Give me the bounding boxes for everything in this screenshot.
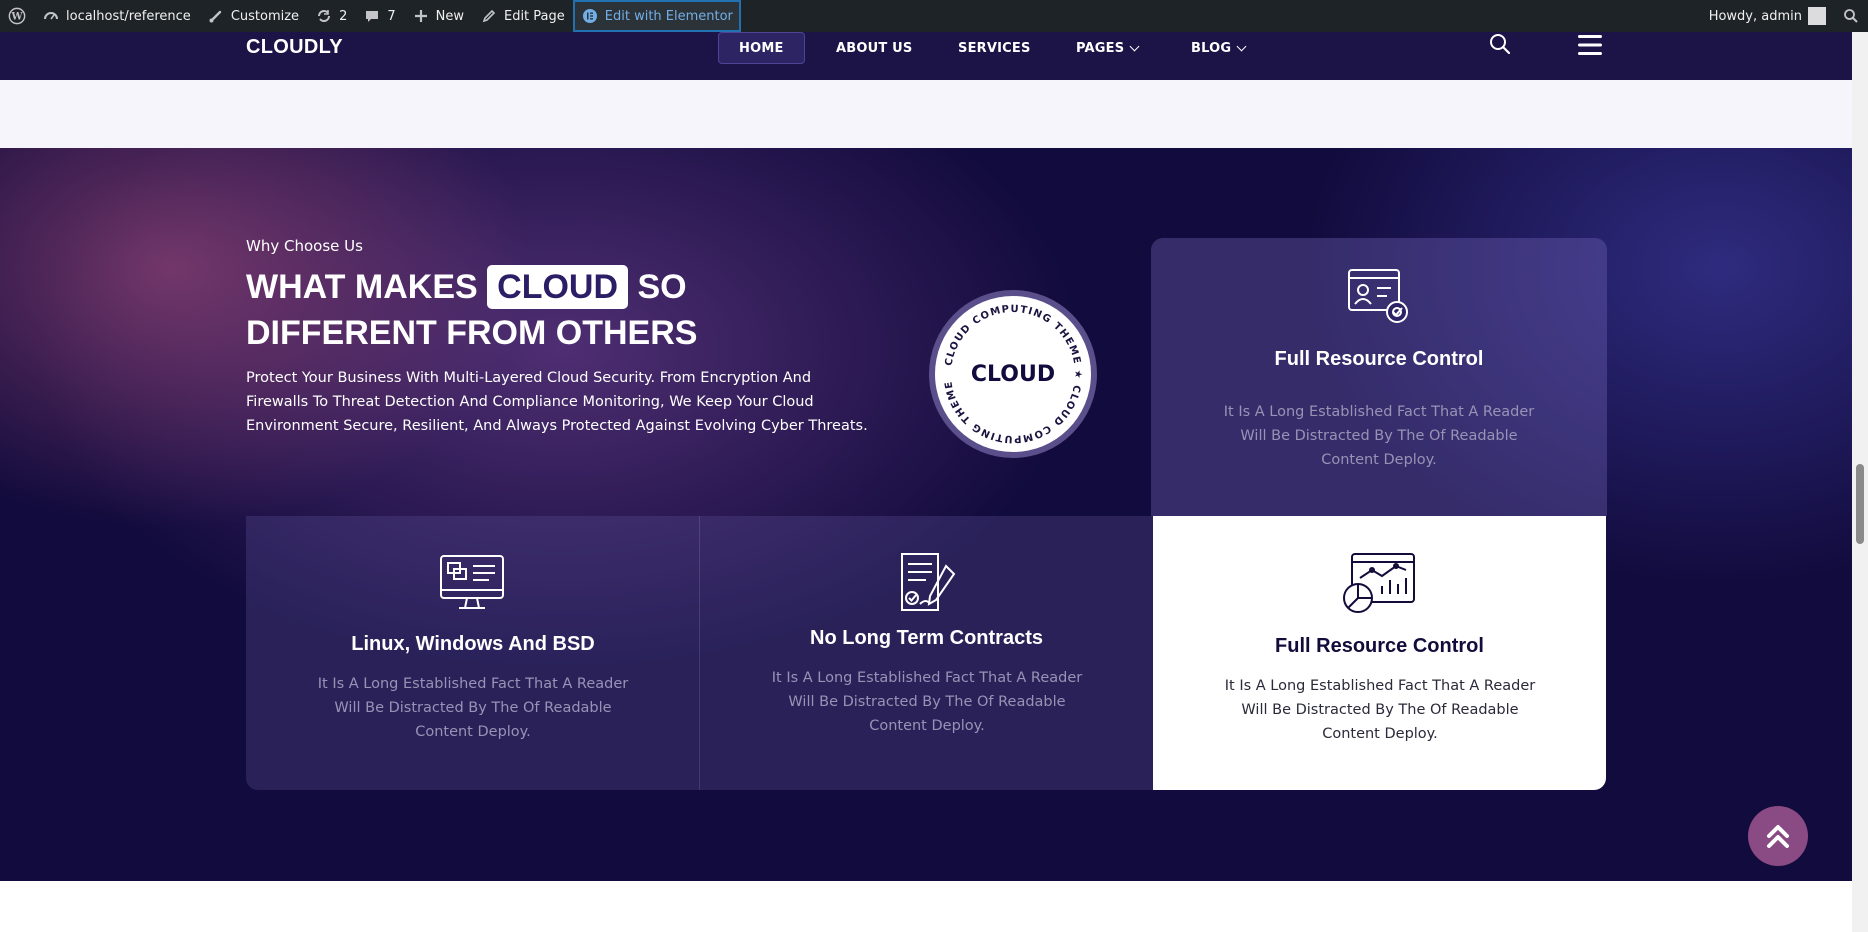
wordpress-logo-button[interactable]: W (0, 0, 34, 32)
new-label: New (435, 8, 464, 24)
admin-bar: W localhost/reference Customize 2 7 New (0, 0, 1868, 32)
nav-pages-label: PAGES (1076, 40, 1125, 56)
section-headline: WHAT MAKES CLOUD SO DIFFERENT FROM OTHER… (246, 264, 886, 356)
feature-card-full-resource-control: Full Resource Control It Is A Long Estab… (1151, 238, 1607, 516)
search-icon (1490, 34, 1511, 55)
card-description: It Is A Long Established Fact That A Rea… (1223, 404, 1535, 468)
edit-page-label: Edit Page (503, 8, 565, 24)
my-account-link[interactable]: Howdy, admin (1701, 0, 1834, 32)
card-title: Full Resource Control (1275, 635, 1484, 657)
section-eyebrow: Why Choose Us (246, 237, 363, 255)
howdy-label: Howdy, admin (1708, 8, 1802, 24)
svg-text:W: W (10, 12, 23, 23)
analytics-icon (1342, 552, 1416, 618)
avatar (1808, 7, 1826, 25)
feature-card-linux-windows-bsd: Linux, Windows And BSD It Is A Long Esta… (246, 516, 700, 790)
section-intro: Protect Your Business With Multi-Layered… (246, 370, 868, 434)
nav-services-label: SERVICES (958, 40, 1031, 56)
site-name-label: localhost/reference (66, 8, 191, 24)
comment-icon (363, 7, 381, 25)
site-name-link[interactable]: localhost/reference (34, 0, 199, 32)
brush-icon (207, 7, 225, 25)
next-section-band (0, 881, 1852, 932)
site-logo[interactable]: CLOUDLY (246, 36, 343, 59)
double-chevron-up-icon (1767, 825, 1789, 848)
customize-label: Customize (230, 8, 300, 24)
pencil-icon (480, 7, 498, 25)
card-title: Full Resource Control (1274, 348, 1484, 370)
contract-icon (896, 552, 958, 618)
card-description: It Is A Long Established Fact That A Rea… (771, 670, 1083, 734)
scrollbar-thumb[interactable] (1856, 464, 1864, 544)
nav-blog[interactable]: BLOG (1191, 32, 1247, 64)
feature-card-full-resource-control-highlighted: Full Resource Control It Is A Long Estab… (1153, 516, 1606, 790)
updates-count: 2 (339, 8, 348, 24)
elementor-icon (581, 7, 599, 25)
badge-center-text: CLOUD (971, 362, 1055, 387)
nav-home-label: HOME (739, 40, 784, 56)
scroll-to-top-button[interactable] (1748, 806, 1808, 866)
card-description: It Is A Long Established Fact That A Rea… (317, 676, 629, 740)
card-title: Linux, Windows And BSD (351, 633, 595, 655)
nav-about-us[interactable]: ABOUT US (836, 32, 913, 64)
card-description: It Is A Long Established Fact That A Rea… (1224, 678, 1536, 742)
refresh-icon (315, 7, 333, 25)
card-title: No Long Term Contracts (810, 627, 1043, 649)
header-search-button[interactable] (1488, 32, 1512, 60)
elementor-label: Edit with Elementor (604, 8, 733, 24)
chevron-down-icon (1236, 41, 1247, 51)
dashboard-icon (42, 7, 60, 25)
edit-page-link[interactable]: Edit Page (472, 0, 573, 32)
comments-count: 7 (387, 8, 396, 24)
customize-link[interactable]: Customize (199, 0, 307, 32)
monitor-icon (439, 554, 505, 616)
feature-card-no-long-term-contracts: No Long Term Contracts It Is A Long Esta… (700, 516, 1153, 790)
chevron-down-icon (1129, 41, 1140, 51)
settings-panel-icon (1347, 268, 1413, 332)
nav-pages[interactable]: PAGES (1076, 32, 1140, 64)
hamburger-icon (1578, 35, 1602, 55)
hamburger-menu-button[interactable] (1578, 34, 1602, 60)
cloud-badge: CLOUD COMPUTING THEME ★ CLOUD COMPUTING … (923, 281, 1098, 459)
updates-link[interactable]: 2 (307, 0, 355, 32)
nav-about-label: ABOUT US (836, 40, 913, 56)
search-icon (1842, 7, 1860, 25)
wordpress-icon: W (8, 7, 26, 25)
new-content-link[interactable]: New (404, 0, 472, 32)
headline-highlight: CLOUD (487, 265, 629, 309)
comments-link[interactable]: 7 (355, 0, 403, 32)
plus-icon (412, 7, 430, 25)
nav-services[interactable]: SERVICES (958, 32, 1031, 64)
headline-part-1: WHAT MAKES (246, 268, 478, 306)
admin-search-button[interactable] (1834, 0, 1868, 32)
nav-blog-label: BLOG (1191, 40, 1232, 56)
nav-home[interactable]: HOME (718, 32, 805, 64)
light-band (0, 80, 1852, 148)
edit-with-elementor-link[interactable]: Edit with Elementor (572, 0, 741, 32)
